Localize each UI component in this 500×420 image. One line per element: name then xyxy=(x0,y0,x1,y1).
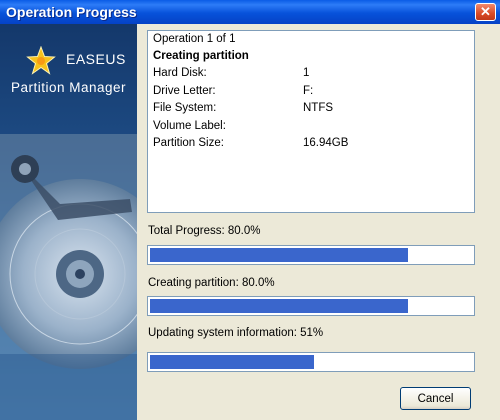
creating-partition-progress-bar xyxy=(147,296,475,316)
title-bar[interactable]: Operation Progress ✕ xyxy=(0,0,500,24)
updating-system-progress-fill xyxy=(150,355,314,369)
cancel-button[interactable]: Cancel xyxy=(400,387,471,410)
total-progress-label: Total Progress: 80.0% xyxy=(148,225,261,237)
total-progress-bar xyxy=(147,245,475,265)
volume-label-label: Volume Label: xyxy=(153,120,226,132)
total-progress-fill xyxy=(150,248,408,262)
file-system-value: NTFS xyxy=(303,102,334,114)
window-title: Operation Progress xyxy=(6,4,137,20)
product-name: Partition Manager xyxy=(11,80,127,95)
easeus-star-icon xyxy=(26,46,56,75)
hard-disk-label: Hard Disk: xyxy=(153,67,207,79)
brand-name: EASEUS xyxy=(66,51,126,67)
partition-size-value: 16.94GB xyxy=(303,137,349,149)
operation-heading: Creating partition xyxy=(153,50,249,62)
creating-partition-progress-fill xyxy=(150,299,408,313)
partition-size-label: Partition Size: xyxy=(153,137,224,149)
updating-system-progress-label: Updating system information: 51% xyxy=(148,327,324,339)
drive-letter-label: Drive Letter: xyxy=(153,85,216,97)
operation-progress-dialog: Operation Progress ✕ EASEUS Partition Ma… xyxy=(0,0,500,420)
drive-letter-value: F: xyxy=(303,85,314,97)
sidebar-banner: EASEUS Partition Manager xyxy=(0,24,137,420)
file-system-label: File System: xyxy=(153,102,217,114)
updating-system-progress-bar xyxy=(147,352,475,372)
operation-details-panel: Operation 1 of 1 Creating partition Hard… xyxy=(147,30,475,213)
operation-counter: Operation 1 of 1 xyxy=(153,33,236,45)
creating-partition-progress-label: Creating partition: 80.0% xyxy=(148,277,275,289)
hard-disk-value: 1 xyxy=(303,67,310,79)
close-button[interactable]: ✕ xyxy=(475,3,496,21)
close-icon: ✕ xyxy=(480,4,491,19)
